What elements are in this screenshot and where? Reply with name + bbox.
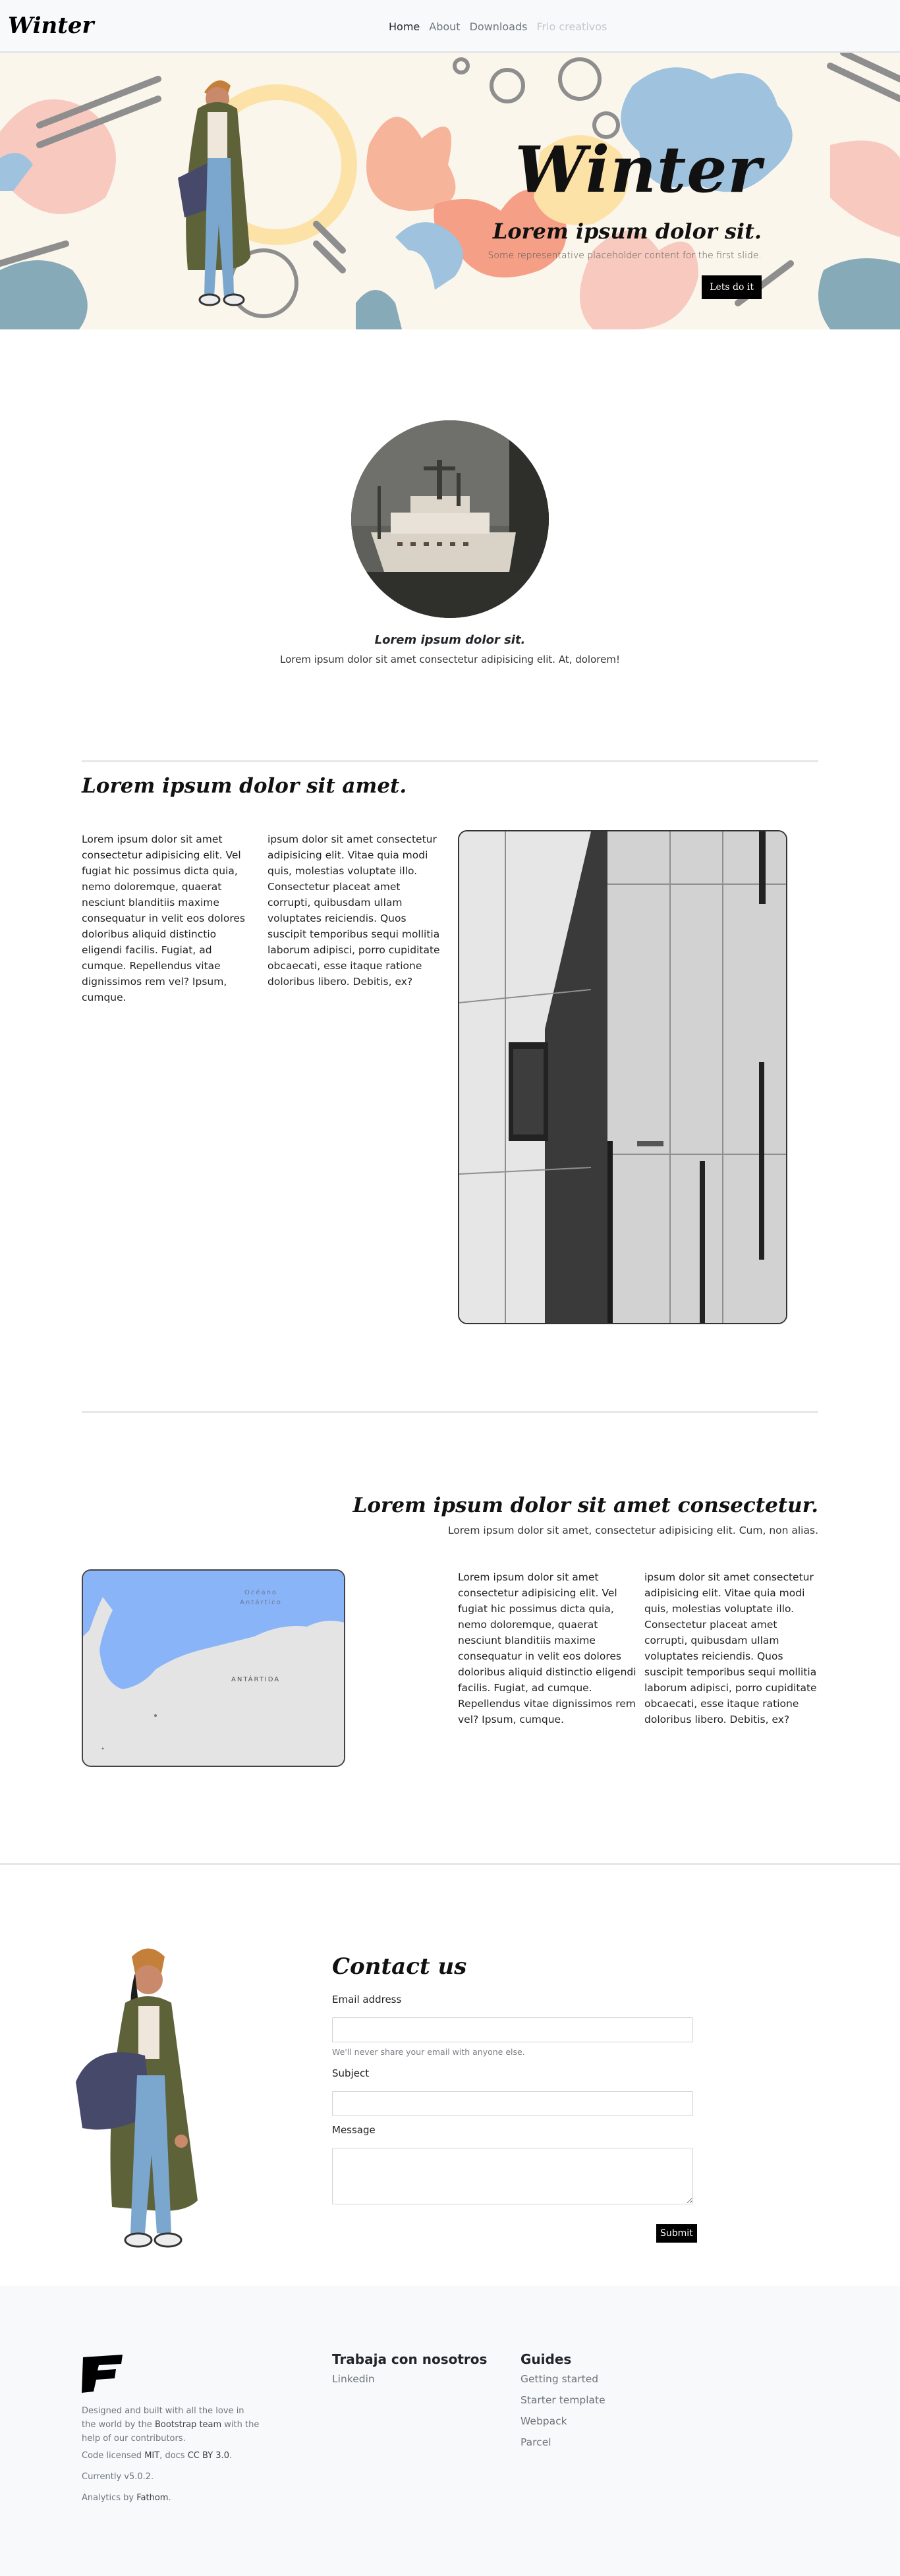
getting-started-link[interactable]: Getting started	[520, 2372, 598, 2387]
license-text: .	[229, 2451, 233, 2461]
feature-section: Lorem ipsum dolor sit. Lorem ipsum dolor…	[0, 329, 900, 764]
webpack-link[interactable]: Webpack	[520, 2414, 567, 2429]
license-text: Code licensed	[82, 2451, 145, 2461]
map-embed[interactable]: Océano Antártico ANTÁRTIDA	[82, 1569, 345, 1767]
analytics-text: Analytics by	[82, 2493, 137, 2503]
subject-label: Subject	[332, 2067, 370, 2079]
footer-col-title: Trabaja con nosotros	[332, 2351, 488, 2367]
footer: Designed and built with all the love in …	[0, 2286, 900, 2576]
ship-image	[351, 420, 549, 618]
email-help-text: We'll never share your email with anyone…	[332, 2047, 525, 2057]
section-lead: Lorem ipsum dolor sit amet, consectetur …	[447, 1525, 818, 1536]
land-label: ANTÁRTIDA	[231, 1676, 281, 1683]
subject-input[interactable]	[332, 2091, 693, 2116]
nav-frio-creativos-link: Frio creativos	[536, 20, 607, 33]
feature-title: Lorem ipsum dolor sit.	[374, 633, 526, 647]
section-title: Lorem ipsum dolor sit amet consectetur.	[352, 1494, 818, 1517]
parcel-link[interactable]: Parcel	[520, 2435, 551, 2450]
nav-downloads-link[interactable]: Downloads	[470, 19, 528, 35]
hero-cta-button[interactable]: Lets do it	[702, 275, 762, 299]
hero-subtitle: Lorem ipsum dolor sit.	[492, 219, 762, 244]
building-image	[458, 830, 787, 1324]
feature-text: Lorem ipsum dolor sit amet consectetur a…	[280, 654, 620, 665]
mit-license-link[interactable]: MIT	[144, 2451, 159, 2461]
cc-license-link[interactable]: CC BY 3.0	[188, 2451, 229, 2461]
contact-title: Contact us	[332, 1953, 467, 1980]
content-section-2: Lorem ipsum dolor sit amet consectetur. …	[0, 1416, 900, 1865]
contact-section: Contact us Email address We'll never sha…	[0, 1864, 900, 2286]
navbar: Winter Home About Downloads Frio creativ…	[0, 0, 900, 53]
email-label: Email address	[332, 1994, 402, 2005]
brand-logo[interactable]: Winter	[8, 9, 94, 43]
starter-template-link[interactable]: Starter template	[520, 2393, 605, 2408]
footer-analytics: Analytics by Fathom.	[82, 2492, 171, 2506]
email-input[interactable]	[332, 2017, 693, 2042]
woman-illustration	[76, 1948, 198, 2248]
text-column-1: Lorem ipsum dolor sit amet consectetur a…	[458, 1571, 636, 1726]
text-column-2: ipsum dolor sit amet consectetur adipisi…	[267, 833, 440, 988]
submit-button[interactable]: Submit	[656, 2224, 697, 2243]
message-textarea[interactable]	[332, 2148, 693, 2204]
bootstrap-logo-icon[interactable]	[82, 2352, 124, 2394]
linkedin-link[interactable]: Linkedin	[332, 2372, 375, 2387]
bootstrap-team-link[interactable]: Bootstrap team	[155, 2420, 221, 2430]
license-text: , docs	[159, 2451, 188, 2461]
footer-license: Code licensed MIT, docs CC BY 3.0.	[82, 2450, 232, 2463]
footer-description: Designed and built with all the love in …	[82, 2405, 260, 2446]
footer-version: Currently v5.0.2.	[82, 2472, 154, 2482]
message-label: Message	[332, 2124, 376, 2136]
antarctica-map	[83, 1571, 344, 1766]
ocean-label: Océano Antártico	[240, 1589, 282, 1606]
nav-links: Home About Downloads Frio creativos	[389, 19, 607, 35]
divider	[82, 1411, 818, 1413]
nav-about-link[interactable]: About	[429, 19, 460, 35]
text-column-1: Lorem ipsum dolor sit amet consectetur a…	[82, 833, 245, 1004]
divider	[82, 760, 818, 762]
hero-lead: Some representative placeholder content …	[488, 250, 762, 261]
hero-title: Winter	[515, 132, 762, 207]
hero-carousel: Winter Lorem ipsum dolor sit. Some repre…	[0, 53, 900, 329]
hero-illustration	[0, 53, 900, 329]
text-column-2: ipsum dolor sit amet consectetur adipisi…	[644, 1571, 817, 1726]
content-section-1: Lorem ipsum dolor sit amet. Lorem ipsum …	[0, 764, 900, 1416]
analytics-text: .	[168, 2493, 171, 2503]
fathom-link[interactable]: Fathom	[136, 2493, 168, 2503]
nav-home-link[interactable]: Home	[389, 19, 420, 35]
footer-col-title: Guides	[520, 2351, 572, 2367]
section-title: Lorem ipsum dolor sit amet.	[82, 774, 407, 798]
